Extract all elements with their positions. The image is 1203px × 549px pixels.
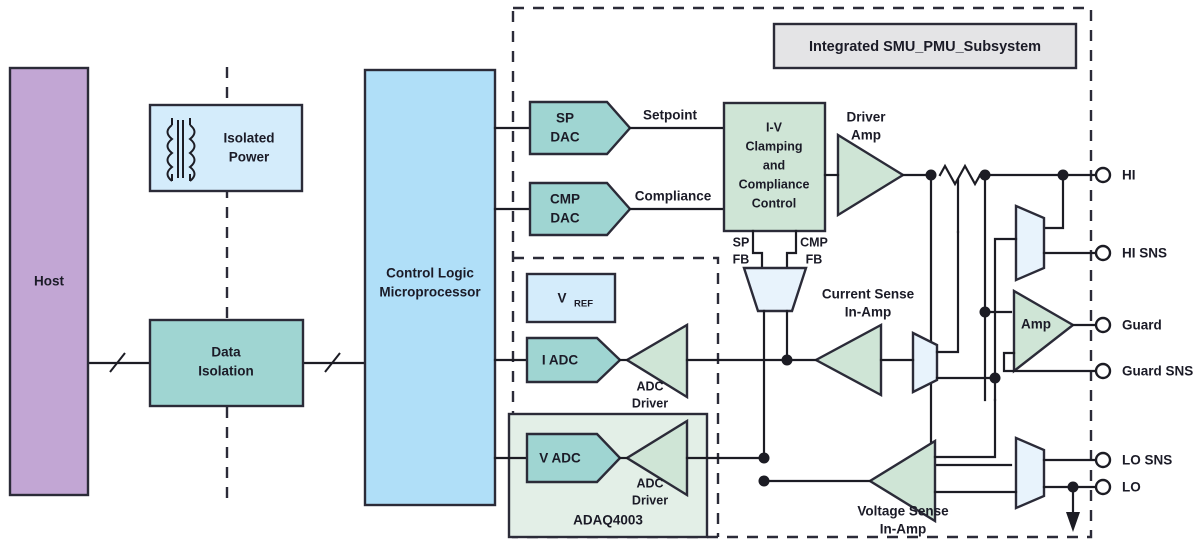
terminal-hi-sns-label: HI SNS: [1122, 246, 1167, 261]
driver-amp-label-line2: Amp: [851, 128, 881, 143]
sp-fb-label-line2: FB: [733, 252, 750, 266]
iv-clamp-line1: I-V: [766, 120, 783, 134]
wire-cmp-fb: [785, 229, 798, 270]
cmp-dac-label-line2: DAC: [550, 211, 579, 226]
cmp-fb-label-line1: CMP: [800, 235, 828, 249]
vref-label-sub: REF: [574, 299, 593, 310]
compliance-label: Compliance: [635, 189, 712, 204]
terminal-lo-sns-circle[interactable]: [1094, 451, 1112, 469]
sp-fb-label-line1: SP: [733, 235, 750, 249]
sp-dac-block[interactable]: [528, 100, 632, 156]
terminal-lo-sns-label: LO SNS: [1122, 453, 1172, 468]
wire-current-mux-upper: [935, 230, 960, 354]
terminal-guard-label: Guard: [1122, 318, 1162, 333]
vref-block[interactable]: [525, 272, 617, 324]
host-label: Host: [34, 274, 65, 289]
series-resistor: [938, 163, 982, 187]
lo-mux[interactable]: [1014, 436, 1046, 510]
wire-sp-fb: [751, 229, 764, 270]
current-sense-label-line1: Current Sense: [822, 287, 915, 302]
adc-driver-i-label-line2: Driver: [632, 396, 668, 410]
terminal-lo-circle[interactable]: [1094, 478, 1112, 496]
v-adc-label: V ADC: [539, 451, 581, 466]
driver-amp-label-line1: Driver: [846, 110, 886, 125]
subsystem-header-label: Integrated SMU_PMU_Subsystem: [809, 39, 1041, 55]
setpoint-label: Setpoint: [643, 108, 697, 123]
current-channel-amp-triangle[interactable]: [813, 322, 883, 398]
current-sense-label-line2: In-Amp: [845, 305, 892, 320]
sp-dac-label-line1: SP: [556, 111, 574, 126]
cmp-fb-label-line2: FB: [806, 252, 823, 266]
driver-amp-triangle[interactable]: [836, 132, 906, 218]
iv-clamp-line2: Clamping: [746, 139, 803, 153]
control-logic-label-line2: Microprocessor: [379, 285, 481, 300]
current-sense-in-amp[interactable]: [742, 266, 808, 313]
terminal-guard-sns-label: Guard SNS: [1122, 364, 1193, 379]
isolated-power-label-line2: Power: [229, 150, 270, 165]
control-logic-label-line1: Control Logic: [386, 266, 474, 281]
terminal-lo-label: LO: [1122, 480, 1141, 495]
wire-voltage-sense-input-upper: [933, 398, 997, 459]
terminal-guard-circle[interactable]: [1094, 316, 1112, 334]
block-diagram-canvas: Host Isolated Power Data Isolation Contr…: [0, 0, 1203, 549]
adc-driver-v-label-line1: ADC: [636, 476, 663, 490]
terminal-hi-label: HI: [1122, 168, 1136, 183]
smu-pmu-block-diagram: Host Isolated Power Data Isolation Contr…: [8, 6, 1193, 539]
current-channel-mux[interactable]: [911, 331, 939, 394]
iv-clamp-line3: and: [763, 158, 785, 172]
terminal-guard-sns-circle[interactable]: [1094, 362, 1112, 380]
terminal-hi-sns-circle[interactable]: [1094, 244, 1112, 262]
cmp-dac-label-line1: CMP: [550, 192, 580, 207]
wire-hi-node-to-guard-bus: [983, 173, 1013, 314]
sp-dac-label-line2: DAC: [550, 130, 579, 145]
guard-amp-label: Amp: [1021, 317, 1051, 332]
vref-label-main: V: [557, 291, 566, 306]
hi-sns-mux[interactable]: [1014, 204, 1046, 282]
data-isolation-label-line1: Data: [211, 345, 241, 360]
data-isolation-label-line2: Isolation: [198, 364, 254, 379]
iv-clamp-line4: Compliance: [739, 177, 810, 191]
junction-dot-current-mux-lower: [989, 372, 1001, 384]
wire-hi-node-to-lo-mux-path: [929, 173, 1013, 467]
iv-clamp-line5: Control: [752, 196, 796, 210]
cmp-dac-block[interactable]: [528, 181, 632, 237]
junction-dot-voltage-sense-input: [758, 475, 770, 487]
isolated-power-label-line1: Isolated: [223, 131, 274, 146]
ground-arrow-icon: [1066, 512, 1080, 532]
voltage-sense-label-line2: In-Amp: [880, 522, 927, 537]
adc-driver-v-label-line2: Driver: [632, 493, 668, 507]
i-adc-label: I ADC: [542, 353, 578, 368]
voltage-sense-label-line1: Voltage Sense: [857, 504, 949, 519]
adc-driver-i-label-line1: ADC: [636, 379, 663, 393]
adaq4003-label: ADAQ4003: [573, 513, 643, 528]
terminal-hi-circle[interactable]: [1094, 166, 1112, 184]
